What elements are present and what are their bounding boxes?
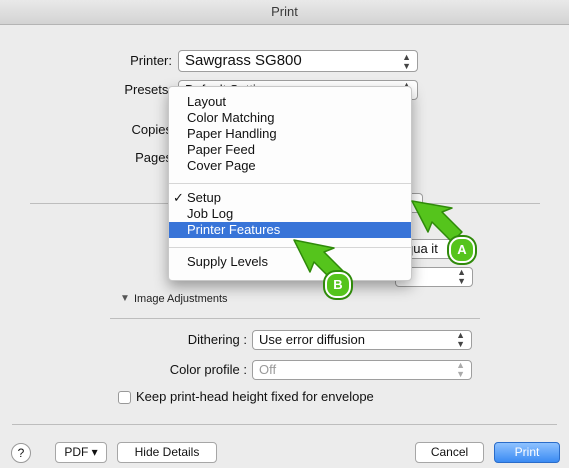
- callout-a-badge: A: [449, 237, 475, 263]
- callout-b-badge: B: [325, 272, 351, 298]
- print-dialog: Print Printer: Sawgrass SG800 ▲ ▼ Presets…: [0, 0, 569, 468]
- callout-arrows: [293, 200, 463, 283]
- arrow-a-icon: [411, 200, 463, 243]
